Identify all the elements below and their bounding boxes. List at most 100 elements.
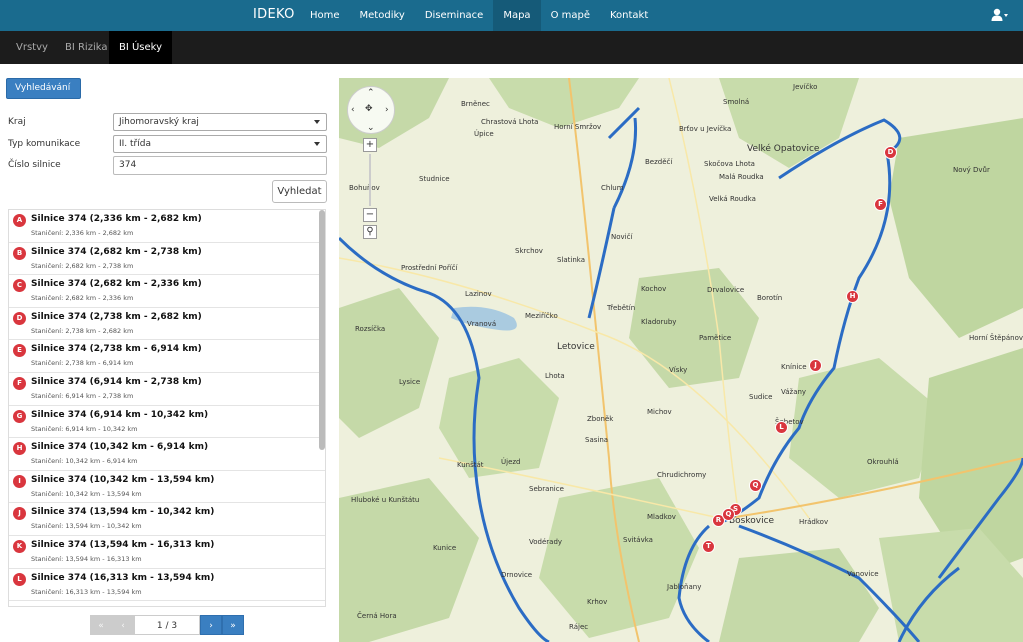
pan-control[interactable]: ⌃ ⌄ ‹ › ✥ <box>347 86 395 134</box>
place-label: Nový Dvůr <box>953 166 990 174</box>
place-label: Kunštát <box>457 461 484 469</box>
place-label: Studnice <box>419 175 450 183</box>
search-panel: Vyhledávání ⚲ Kraj Jihomoravský kraj Typ… <box>0 64 339 642</box>
results-list: A Silnice 374 (2,336 km - 2,682 km) Stanič… <box>8 209 326 607</box>
place-label: Meziříčko <box>525 312 558 320</box>
place-label: Hrádkov <box>799 518 829 526</box>
cislo-input[interactable]: 374 <box>113 156 327 175</box>
map-marker[interactable]: Q <box>722 508 735 521</box>
list-item[interactable]: G Silnice 374 (6,914 km - 10,342 km) Stani… <box>9 406 325 439</box>
result-subtitle: Staničení: 13,594 km - 16,313 km <box>31 554 142 563</box>
nav-home[interactable]: Home <box>300 0 350 31</box>
nav-diseminace[interactable]: Diseminace <box>415 0 493 31</box>
kraj-select[interactable]: Jihomoravský kraj <box>113 113 327 131</box>
tab-vrstvy[interactable]: Vrstvy <box>6 31 58 64</box>
map-marker[interactable]: D <box>884 146 897 159</box>
kraj-value: Jihomoravský kraj <box>119 117 199 127</box>
place-label: Michov <box>647 408 672 416</box>
result-subtitle: Staničení: 10,342 km - 6,914 km <box>31 457 138 466</box>
place-label: Vážany <box>781 388 807 396</box>
typ-select[interactable]: II. třída <box>113 135 327 153</box>
brand-logo[interactable]: IDEKO <box>253 7 295 22</box>
marker-badge: I <box>13 474 26 488</box>
result-subtitle: Staničení: 13,594 km - 10,342 km <box>31 522 142 531</box>
place-label: Chlum <box>601 184 624 192</box>
map-marker[interactable]: J <box>809 359 822 372</box>
place-label: Bezděčí <box>645 158 673 166</box>
list-item[interactable]: A Silnice 374 (2,336 km - 2,682 km) Stanič… <box>9 210 325 243</box>
nav-kontakt[interactable]: Kontakt <box>600 0 658 31</box>
last-page-button[interactable]: » <box>222 615 244 635</box>
place-label: Borotín <box>757 294 783 302</box>
map-marker[interactable]: F <box>874 198 887 211</box>
place-label: Rozsíčka <box>355 325 386 333</box>
pan-down-icon[interactable]: ⌄ <box>367 123 375 133</box>
place-label: Černá Hora <box>357 612 397 620</box>
prev-page-button[interactable]: ‹ <box>112 615 134 635</box>
result-subtitle: Staničení: 2,336 km - 2,682 km <box>31 229 134 237</box>
typ-value: II. třída <box>119 139 151 149</box>
zoom-slider[interactable] <box>369 154 371 206</box>
next-page-button[interactable]: › <box>200 615 222 635</box>
zoom-in-button[interactable]: + <box>363 138 377 152</box>
nav-mapa[interactable]: Mapa <box>493 0 541 31</box>
list-item[interactable]: K Silnice 374 (13,594 km - 16,313 km) Stan… <box>9 536 325 569</box>
list-item[interactable]: F Silnice 374 (6,914 km - 2,738 km) Stanič… <box>9 373 325 406</box>
place-label: Skočova Lhota <box>704 160 755 168</box>
first-page-button[interactable]: « <box>90 615 112 635</box>
list-item[interactable]: B Silnice 374 (2,682 km - 2,738 km) Stanič… <box>9 243 325 276</box>
result-title: Silnice 374 (2,738 km - 2,682 km) <box>31 311 202 322</box>
place-label: Chrudichromy <box>657 471 707 479</box>
map-marker[interactable]: L <box>775 421 788 434</box>
map-view[interactable]: Brněnec Jevíčko Smolná Chrastová Lhota H… <box>339 78 1023 642</box>
place-label: Horní Štěpánov <box>969 334 1023 342</box>
map-marker[interactable]: Q <box>749 479 762 492</box>
place-label: Rájec <box>569 623 589 631</box>
tab-bi-useky[interactable]: BI Úseky <box>109 31 173 64</box>
results-scrollbar[interactable] <box>319 210 325 450</box>
list-item[interactable]: I Silnice 374 (10,342 km - 13,594 km) Stan… <box>9 471 325 504</box>
search-toggle-button[interactable]: Vyhledávání ⚲ <box>6 78 81 112</box>
marker-badge: C <box>13 279 26 293</box>
place-label: Slatinka <box>557 256 586 264</box>
result-title: Silnice 374 (10,342 km - 13,594 km) <box>31 474 215 485</box>
marker-badge: D <box>13 311 26 325</box>
chevron-down-icon <box>314 142 320 146</box>
place-label: Velká Roudka <box>709 195 756 203</box>
vyhledat-button[interactable]: Vyhledat <box>272 180 327 203</box>
place-label: Novičí <box>611 233 633 241</box>
map-marker[interactable]: H <box>846 290 859 303</box>
user-icon[interactable] <box>991 8 1009 22</box>
list-item[interactable]: L Silnice 374 (16,313 km - 13,594 km) Stan… <box>9 569 325 602</box>
search-button-label: Vyhledávání <box>15 83 71 93</box>
pan-up-icon[interactable]: ⌃ <box>367 88 375 98</box>
page-indicator[interactable]: 1 / 3 <box>134 615 200 635</box>
marker-badge: H <box>13 442 26 456</box>
pagination: « ‹ 1 / 3 › » <box>90 615 244 635</box>
zoom-out-button[interactable]: − <box>363 208 377 222</box>
place-label: Sudice <box>749 393 773 401</box>
marker-badge: G <box>13 409 26 423</box>
pan-right-icon[interactable]: › <box>385 105 389 115</box>
pan-left-icon[interactable]: ‹ <box>351 105 355 115</box>
list-item[interactable]: D Silnice 374 (2,738 km - 2,682 km) Stanič… <box>9 308 325 341</box>
place-label: Hluboké u Kunštátu <box>351 496 420 504</box>
place-label: Velké Opatovice <box>747 144 820 154</box>
zoom-extent-icon[interactable]: ⚲ <box>363 225 377 239</box>
list-item[interactable]: J Silnice 374 (13,594 km - 10,342 km) Stan… <box>9 503 325 536</box>
list-item[interactable]: H Silnice 374 (10,342 km - 6,914 km) Stani… <box>9 438 325 471</box>
list-item[interactable]: C Silnice 374 (2,682 km - 2,336 km) Stanič… <box>9 275 325 308</box>
list-item[interactable]: E Silnice 374 (2,738 km - 6,914 km) Stanič… <box>9 340 325 373</box>
cislo-label: Číslo silnice <box>8 160 61 170</box>
pan-center-icon[interactable]: ✥ <box>365 104 373 114</box>
result-subtitle: Staničení: 6,914 km - 2,738 km <box>31 391 134 400</box>
place-label: Brťov u Jevíčka <box>679 125 732 133</box>
nav-o-mape[interactable]: O mapě <box>541 0 600 31</box>
place-label: Kladoruby <box>641 318 677 326</box>
map-marker[interactable]: T <box>702 540 715 553</box>
zoom-control: + − ⚲ <box>363 138 377 239</box>
result-title: Silnice 374 (6,914 km - 10,342 km) <box>31 409 209 420</box>
place-label: Pamětice <box>699 334 732 342</box>
place-label: Krhov <box>587 598 608 606</box>
nav-metodiky[interactable]: Metodiky <box>350 0 415 31</box>
